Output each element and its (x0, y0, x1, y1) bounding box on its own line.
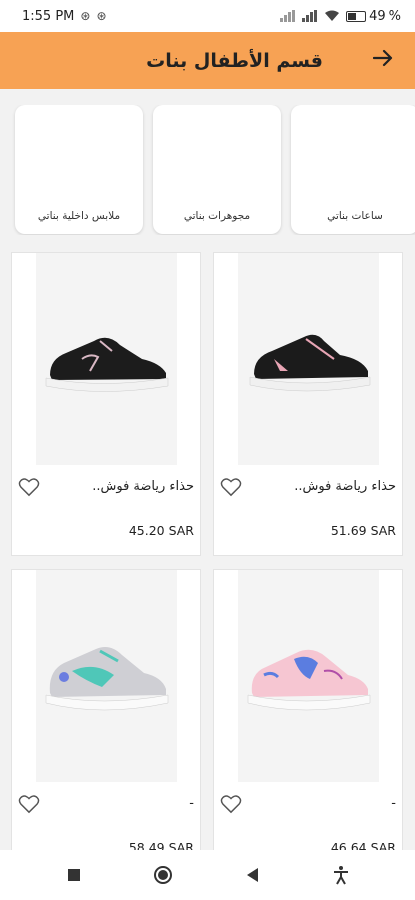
back-triangle-icon[interactable] (237, 860, 267, 890)
home-circle-icon[interactable] (148, 860, 178, 890)
product-image[interactable] (36, 253, 177, 465)
product-card[interactable]: حذاء رياضة فوش.. 51.69 SAR (213, 252, 403, 556)
battery-indicator: 49% (346, 9, 401, 24)
heart-outline-icon[interactable] (18, 477, 40, 497)
category-card-underwear[interactable]: ملابس داخلية بناتي (15, 105, 143, 234)
product-title: حذاء رياضة فوش.. (92, 479, 194, 494)
category-card-jewelry[interactable]: مجوهرات بناتي (153, 105, 281, 234)
category-carousel[interactable]: ساعات بناتي مجوهرات بناتي ملابس داخلية ب… (0, 105, 415, 235)
product-price: 46.64 SAR (330, 840, 396, 850)
battery-percent: 49 (369, 8, 386, 24)
accessibility-icon[interactable] (326, 860, 356, 890)
arrow-right-icon[interactable] (371, 48, 395, 73)
category-label: ملابس داخلية بناتي (37, 210, 121, 222)
page-title: قسم الأطفال بنات (146, 49, 323, 72)
signal-icon-2 (302, 10, 318, 22)
product-image[interactable] (238, 570, 379, 782)
product-price: 45.20 SAR (128, 523, 194, 538)
app-header: قسم الأطفال بنات (0, 32, 415, 89)
product-card[interactable]: - 58.49 SAR (11, 569, 201, 850)
product-title: - (189, 796, 194, 811)
heart-outline-icon[interactable] (220, 794, 242, 814)
black-sneaker-image (249, 334, 370, 392)
heart-outline-icon[interactable] (220, 477, 242, 497)
battery-icon (346, 10, 367, 22)
status-time: 1:55 PM (22, 8, 75, 24)
pink-sneaker-image (247, 649, 370, 711)
category-label: ساعات بناتي (327, 210, 383, 222)
product-card[interactable]: حذاء رياضة فوش.. 45.20 SAR (11, 252, 201, 556)
notification-icon-2: ⊛ (96, 9, 107, 23)
product-image[interactable] (36, 570, 177, 782)
product-title: حذاء رياضة فوش.. (294, 479, 396, 494)
wifi-icon (325, 10, 340, 21)
product-title: - (391, 796, 396, 811)
product-grid[interactable]: حذاء رياضة فوش.. 51.69 SAR حذاء رياضة فو… (0, 252, 415, 850)
product-price: 51.69 SAR (330, 523, 396, 538)
status-right: 49% (280, 9, 401, 24)
product-image[interactable] (238, 253, 379, 465)
heart-outline-icon[interactable] (18, 794, 40, 814)
product-price: 58.49 SAR (128, 840, 194, 850)
category-card-watches[interactable]: ساعات بناتي (291, 105, 415, 234)
grey-sneaker-image (45, 647, 168, 711)
product-card[interactable]: - 46.64 SAR (213, 569, 403, 850)
category-label: مجوهرات بناتي (183, 210, 251, 222)
system-nav-bar (0, 850, 415, 900)
status-bar: 1:55 PM ⊛ ⊛ 49% (0, 0, 415, 32)
status-left: 1:55 PM ⊛ ⊛ (22, 9, 107, 24)
signal-icon (280, 10, 296, 22)
notification-icon: ⊛ (80, 9, 91, 23)
black-sneaker-image (45, 337, 168, 392)
stop-square-icon[interactable] (59, 860, 89, 890)
